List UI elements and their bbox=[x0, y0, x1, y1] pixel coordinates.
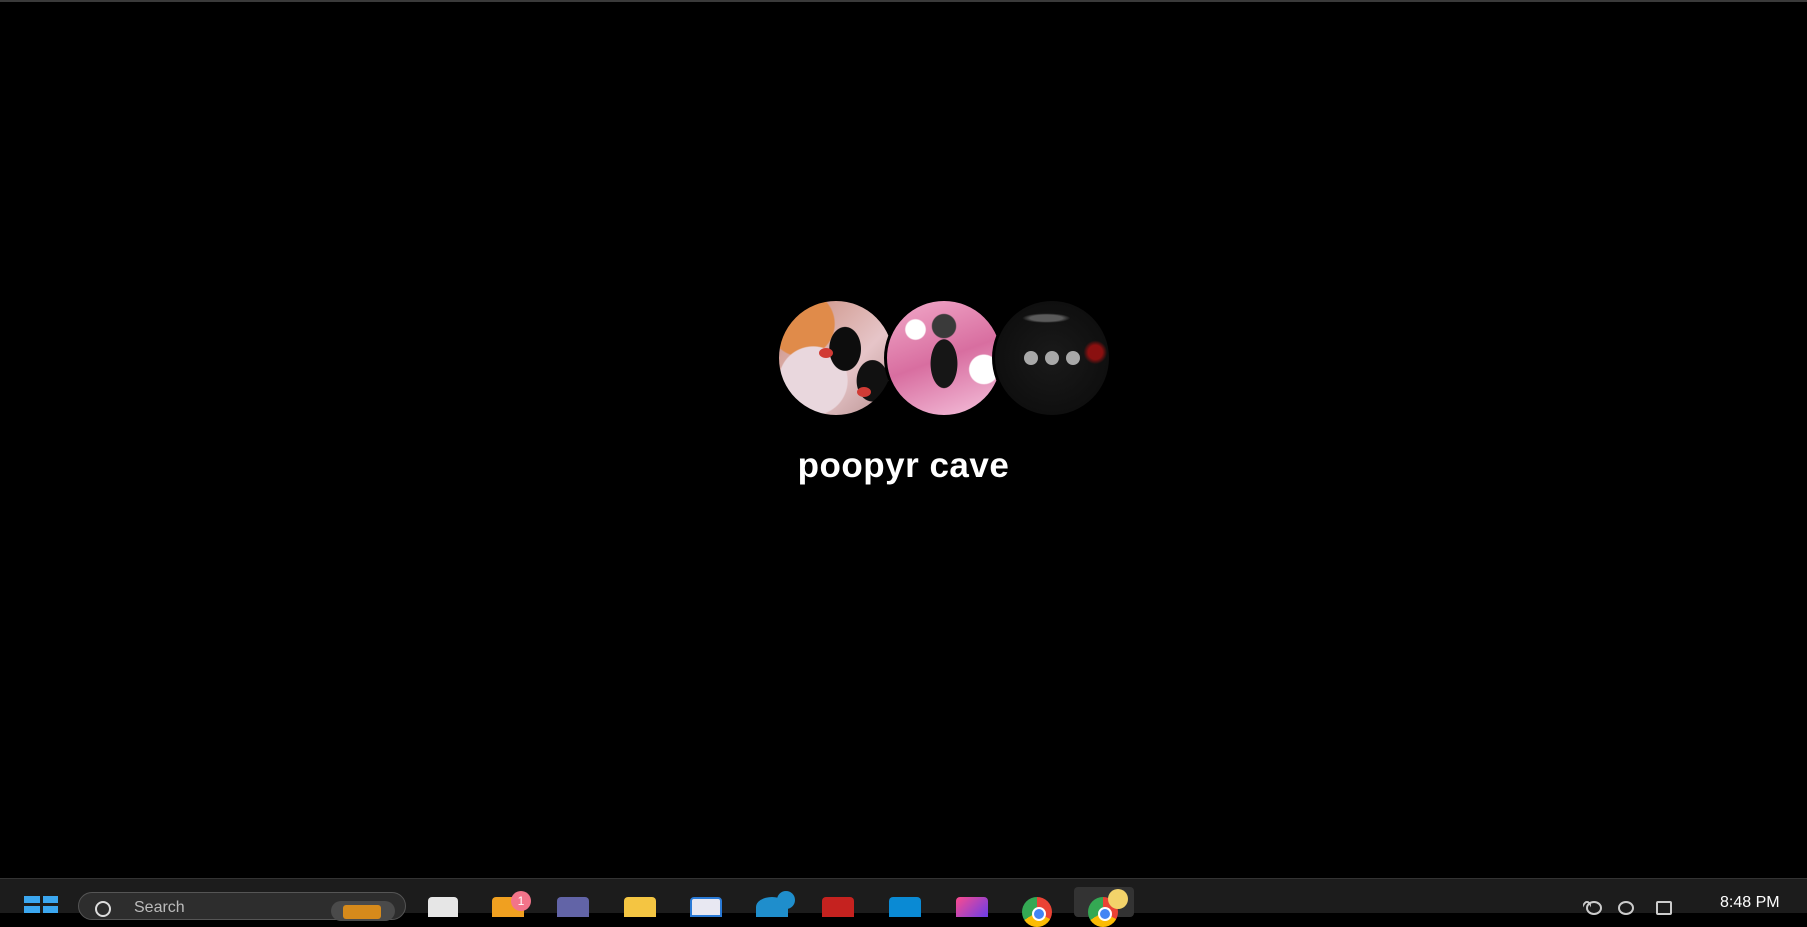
clock-time[interactable]: 8:48 PM bbox=[1720, 894, 1780, 912]
profile-avatar bbox=[1108, 889, 1128, 909]
azure-icon[interactable] bbox=[889, 897, 921, 917]
more-dot bbox=[1066, 351, 1080, 365]
file-explorer-icon[interactable] bbox=[624, 897, 656, 917]
member-avatar-1 bbox=[776, 298, 896, 418]
intellij-icon[interactable] bbox=[956, 897, 988, 917]
mail-badge-icon bbox=[777, 891, 795, 909]
more-dot bbox=[1024, 351, 1038, 365]
avatar-detail bbox=[857, 387, 871, 397]
group-name: poopyr cave bbox=[797, 446, 1010, 485]
task-view-icon[interactable] bbox=[428, 897, 458, 917]
store-icon[interactable] bbox=[690, 897, 722, 917]
more-dot bbox=[1045, 351, 1059, 365]
search-placeholder: Search bbox=[134, 899, 185, 916]
windows-start-icon[interactable] bbox=[24, 896, 58, 913]
wifi-icon[interactable] bbox=[1586, 901, 1602, 915]
volume-icon[interactable] bbox=[1618, 901, 1634, 915]
chrome-icon[interactable] bbox=[1022, 897, 1052, 927]
member-avatar-2 bbox=[884, 298, 1004, 418]
search-icon bbox=[95, 901, 111, 917]
window-top-border bbox=[0, 0, 1807, 2]
more-members-avatar bbox=[992, 298, 1112, 418]
battery-icon[interactable] bbox=[1656, 901, 1672, 915]
gmail-icon[interactable] bbox=[822, 897, 854, 917]
search-highlight-icon bbox=[331, 901, 395, 921]
teams-icon[interactable] bbox=[557, 897, 589, 917]
taskbar: Search 1 8:48 PM bbox=[0, 878, 1807, 927]
notification-badge: 1 bbox=[511, 891, 531, 911]
group-avatar-stack[interactable] bbox=[776, 298, 1116, 422]
taskbar-search-input[interactable]: Search bbox=[78, 892, 406, 921]
avatar-detail bbox=[819, 348, 833, 358]
